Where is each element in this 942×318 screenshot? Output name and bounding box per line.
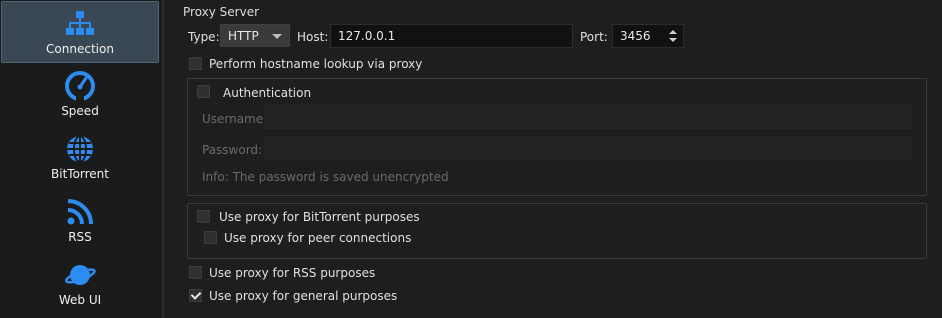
sidebar-item-rss[interactable]: RSS [1,190,159,252]
sidebar-item-label: RSS [68,230,92,244]
sidebar-item-speed[interactable]: Speed [1,64,159,126]
rss-icon [67,199,93,225]
network-icon [66,11,94,35]
peer-connections-checkbox[interactable] [204,231,217,244]
port-label: Port: [580,30,608,44]
spin-up-icon[interactable] [669,30,677,34]
chevron-down-icon [272,34,282,39]
password-label: Password: [202,143,263,157]
type-label: Type: [188,30,220,44]
proxy-settings-panel: Proxy Server Type: HTTP Host: 127.0.0.1 … [170,0,942,318]
bittorrent-proxy-group: Use proxy for BitTorrent purposes Use pr… [187,203,927,259]
proxy-section-title: Proxy Server [183,5,260,19]
proxy-type-select[interactable]: HTTP [220,24,290,47]
globe-icon [67,135,93,163]
username-label: Username: [202,112,268,126]
hostname-lookup-label: Perform hostname lookup via proxy [209,57,423,71]
hostname-lookup-checkbox[interactable] [189,57,202,70]
bittorrent-proxy-label: Use proxy for BitTorrent purposes [219,210,420,224]
host-value: 127.0.0.1 [338,29,396,43]
password-input[interactable] [264,136,912,160]
sidebar-item-connection[interactable]: Connection [1,1,159,63]
general-proxy-label: Use proxy for general purposes [209,289,398,303]
sidebar-divider [162,0,164,318]
bittorrent-proxy-checkbox[interactable] [197,210,210,223]
sidebar-item-bittorrent[interactable]: BitTorrent [1,127,159,189]
proxy-type-value: HTTP [228,29,259,43]
sidebar: Connection Speed BitTorrent RSS Web UI [0,0,164,318]
port-value: 3456 [620,29,651,43]
authentication-checkbox[interactable] [197,85,210,98]
spin-down-icon[interactable] [669,38,677,42]
authentication-label: Authentication [223,86,312,100]
sidebar-item-label: Web UI [58,293,102,307]
rss-proxy-label: Use proxy for RSS purposes [209,266,376,280]
general-proxy-checkbox[interactable] [189,289,202,302]
sidebar-item-web-ui[interactable]: Web UI [1,253,159,315]
port-spinbox[interactable]: 3456 [612,24,684,48]
speedometer-icon [65,71,95,101]
username-input[interactable] [264,105,912,129]
sidebar-item-label: BitTorrent [51,167,109,181]
password-info-text: Info: The password is saved unencrypted [202,170,449,184]
authentication-group: Authentication Username: Password: Info:… [187,78,927,196]
host-input[interactable]: 127.0.0.1 [330,24,573,48]
planet-icon [64,265,96,285]
sidebar-item-label: Speed [61,104,99,118]
sidebar-item-label: Connection [46,42,114,56]
host-label: Host: [297,30,329,44]
peer-connections-label: Use proxy for peer connections [224,231,412,245]
rss-proxy-checkbox[interactable] [189,266,202,279]
